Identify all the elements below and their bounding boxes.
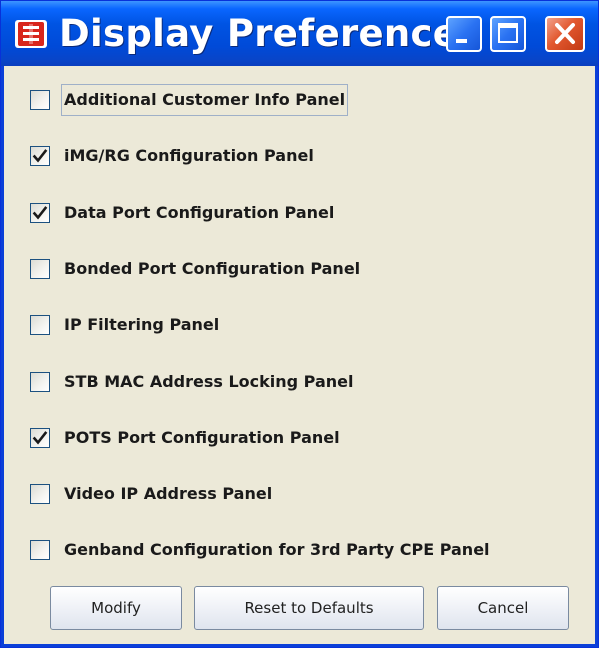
panel-checkbox-label: STB MAC Address Locking Panel — [64, 372, 354, 391]
checkmark-icon — [32, 206, 48, 220]
panel-checkbox-label: Additional Customer Info Panel — [60, 84, 349, 116]
panel-checkbox-row[interactable]: Bonded Port Configuration Panel — [4, 249, 595, 289]
panel-checkbox-row[interactable]: STB MAC Address Locking Panel — [4, 362, 595, 402]
panel-checkbox-label: Data Port Configuration Panel — [64, 203, 335, 222]
java-app-icon — [15, 20, 47, 48]
preferences-panel: Additional Customer Info Panel iMG/RG Con… — [4, 66, 595, 644]
maximize-button[interactable] — [490, 16, 526, 52]
close-icon — [555, 23, 575, 44]
panel-checkbox-row[interactable]: iMG/RG Configuration Panel — [4, 136, 595, 176]
panel-checkbox[interactable] — [30, 259, 50, 279]
close-button[interactable] — [545, 16, 585, 52]
maximize-icon — [498, 23, 518, 43]
panel-checkbox-row[interactable]: IP Filtering Panel — [4, 305, 595, 345]
panel-checkbox[interactable] — [30, 484, 50, 504]
modify-button[interactable]: Modify — [50, 586, 182, 630]
reset-to-defaults-button[interactable]: Reset to Defaults — [194, 586, 424, 630]
title-bar[interactable]: Display Preferences — [1, 1, 598, 66]
panel-checkbox-label: Video IP Address Panel — [64, 484, 273, 503]
panel-checkbox[interactable] — [30, 540, 50, 560]
display-preferences-window: Display Preferences Additional Customer … — [0, 0, 599, 648]
panel-checkbox[interactable] — [30, 315, 50, 335]
panel-checkbox-label: Bonded Port Configuration Panel — [64, 259, 361, 278]
checkmark-icon — [32, 431, 48, 445]
cancel-button[interactable]: Cancel — [437, 586, 569, 630]
panel-checkbox[interactable] — [30, 203, 50, 223]
panel-checkbox-label: Genband Configuration for 3rd Party CPE … — [64, 540, 490, 559]
panel-checkbox-label: IP Filtering Panel — [64, 315, 220, 334]
panel-checkbox-row[interactable]: POTS Port Configuration Panel — [4, 418, 595, 458]
panel-checkbox-row[interactable]: Additional Customer Info Panel — [4, 80, 595, 120]
panel-checkbox-row[interactable]: Genband Configuration for 3rd Party CPE … — [4, 530, 595, 570]
checkmark-icon — [32, 149, 48, 163]
panel-checkbox[interactable] — [30, 372, 50, 392]
panel-checkbox[interactable] — [30, 428, 50, 448]
minimize-button[interactable] — [446, 16, 482, 52]
panel-checkbox[interactable] — [30, 146, 50, 166]
panel-checkbox[interactable] — [30, 90, 50, 110]
panel-checkbox-row[interactable]: Data Port Configuration Panel — [4, 193, 595, 233]
panel-checkbox-row[interactable]: Video IP Address Panel — [4, 474, 595, 514]
panel-checkbox-label: POTS Port Configuration Panel — [64, 428, 340, 447]
panel-checkbox-label: iMG/RG Configuration Panel — [64, 146, 314, 165]
window-title: Display Preferences — [59, 12, 481, 55]
minimize-icon — [456, 39, 467, 43]
